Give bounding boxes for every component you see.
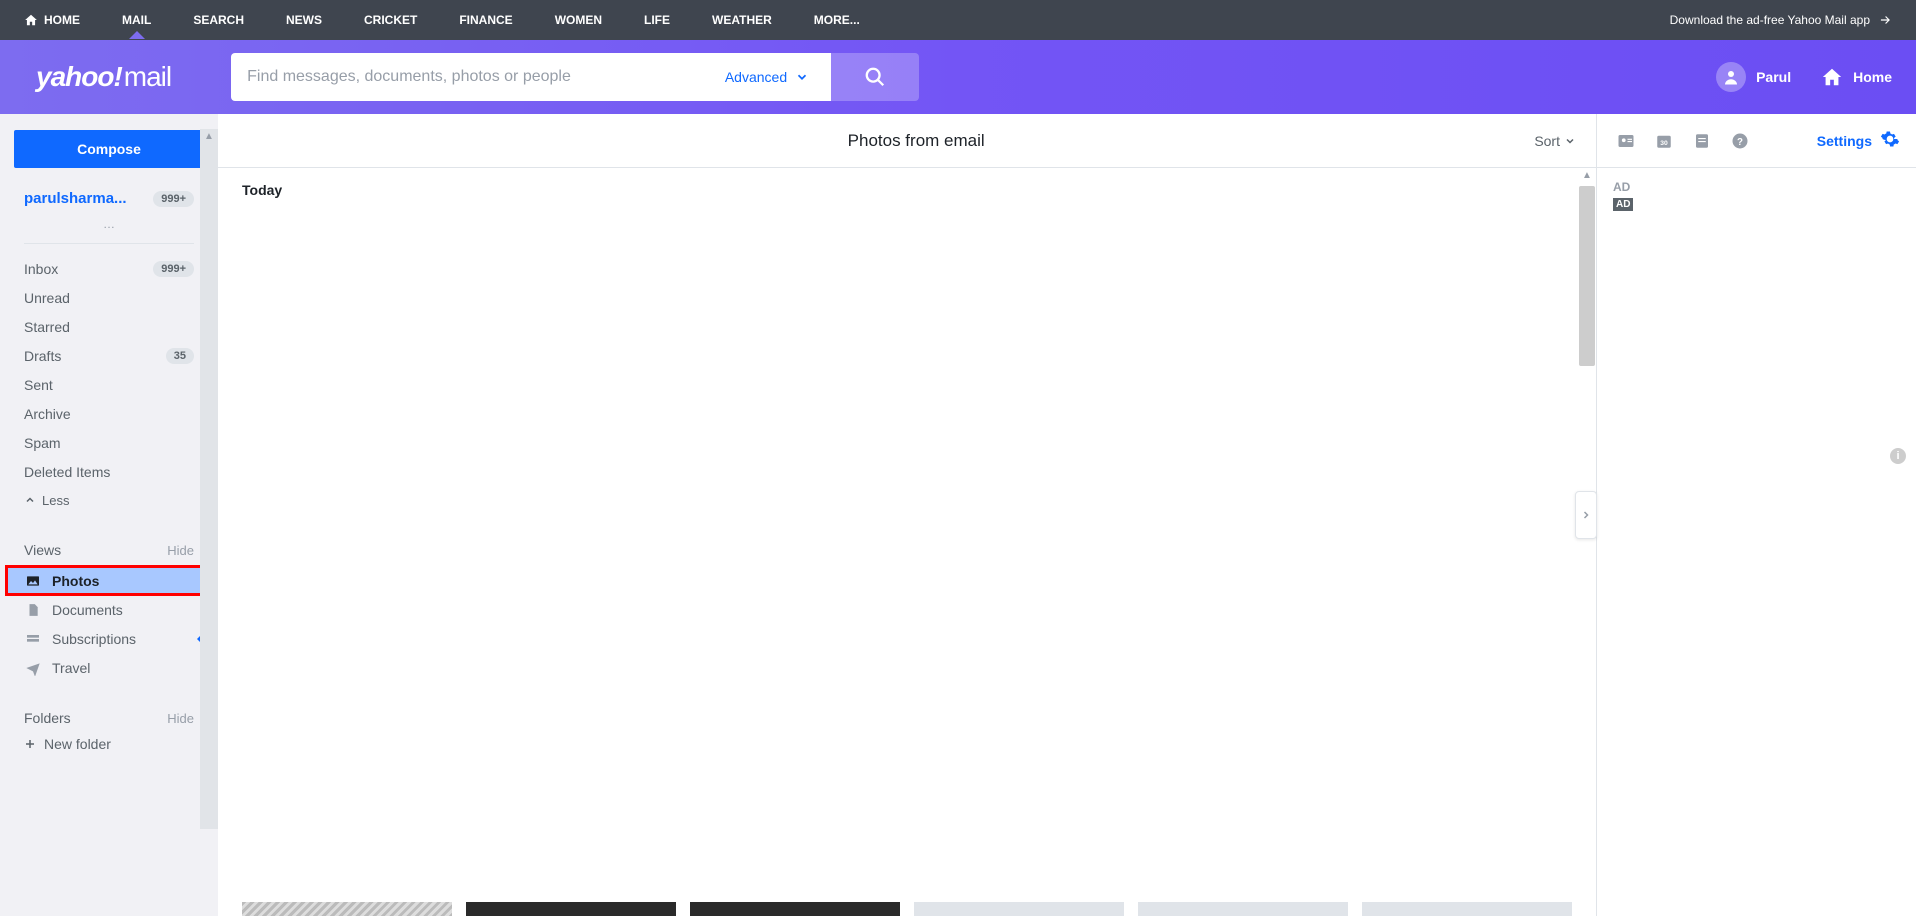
views-hide[interactable]: Hide — [167, 543, 194, 558]
nav-more[interactable]: MORE... — [814, 13, 860, 27]
settings-link[interactable]: Settings — [1817, 133, 1872, 149]
content-scrollbar[interactable]: ▲ — [1578, 168, 1596, 916]
photo-thumb[interactable] — [914, 902, 1124, 916]
expand-handle[interactable] — [1575, 491, 1597, 539]
scroll-thumb[interactable] — [1579, 186, 1595, 366]
view-travel[interactable]: Travel — [0, 653, 218, 682]
photo-thumb[interactable] — [466, 902, 676, 916]
photo-thumb[interactable] — [690, 902, 900, 916]
views-header: Views Hide — [0, 538, 218, 562]
photo-thumb[interactable] — [1362, 902, 1572, 916]
folder-deleted[interactable]: Deleted Items — [24, 457, 194, 486]
scroll-up-icon: ▲ — [204, 131, 214, 142]
chevron-down-icon — [795, 70, 809, 84]
right-rail: 30 ? Settings AD AD i — [1596, 114, 1916, 916]
folders-hide[interactable]: Hide — [167, 711, 194, 726]
photo-thumb[interactable] — [242, 902, 452, 916]
photo-thumb[interactable] — [1138, 902, 1348, 916]
subscriptions-icon — [24, 631, 42, 647]
calendar-icon[interactable]: 30 — [1651, 129, 1677, 153]
content-title: Photos from email — [298, 131, 1534, 151]
account-row[interactable]: parulsharma... 999+ — [0, 190, 218, 217]
ad-label: AD — [1613, 180, 1900, 194]
search-wrap: Advanced — [231, 53, 919, 101]
user-menu[interactable]: Parul — [1716, 62, 1791, 92]
folder-list: Inbox999+ Unread Starred Drafts35 Sent A… — [0, 254, 218, 514]
sort-button[interactable]: Sort — [1534, 133, 1576, 149]
help-icon[interactable]: ? — [1727, 129, 1753, 153]
search-box: Advanced — [231, 53, 831, 101]
chevron-right-icon — [1580, 509, 1592, 521]
main: Photos from email Sort Today ▲ — [218, 114, 1916, 916]
search-input[interactable] — [247, 68, 725, 86]
svg-text:?: ? — [1737, 136, 1743, 147]
gear-icon[interactable] — [1880, 129, 1900, 152]
view-photos[interactable]: Photos — [6, 566, 212, 595]
home-icon — [24, 13, 38, 27]
yahoo-mail-logo[interactable]: yahoo!mail — [36, 61, 171, 93]
views-list: Photos Documents Subscriptions New Trave… — [0, 566, 218, 682]
home-link[interactable]: Home — [1821, 66, 1892, 88]
nav-women[interactable]: WOMEN — [555, 13, 602, 27]
folder-spam[interactable]: Spam — [24, 428, 194, 457]
folder-archive[interactable]: Archive — [24, 399, 194, 428]
person-icon — [1722, 68, 1740, 86]
chevron-down-icon — [1564, 135, 1576, 147]
home-icon — [1821, 66, 1843, 88]
view-subscriptions[interactable]: Subscriptions New — [0, 624, 218, 653]
folder-unread[interactable]: Unread — [24, 283, 194, 312]
nav-mail[interactable]: MAIL — [122, 13, 151, 27]
search-icon — [864, 66, 886, 88]
folder-starred[interactable]: Starred — [24, 312, 194, 341]
document-icon — [24, 602, 42, 618]
app-header: yahoo!mail Advanced Parul Home — [0, 40, 1916, 114]
search-button[interactable] — [831, 53, 919, 101]
account-menu-dots[interactable]: … — [24, 217, 194, 244]
sidebar: Compose parulsharma... 999+ … Inbox999+ … — [0, 114, 218, 916]
nav-news[interactable]: NEWS — [286, 13, 322, 27]
ad-area: AD AD i — [1597, 168, 1916, 916]
svg-text:30: 30 — [1660, 139, 1668, 146]
contacts-icon[interactable] — [1613, 129, 1639, 153]
travel-icon — [24, 660, 42, 676]
nav-search[interactable]: SEARCH — [193, 13, 244, 27]
plus-icon — [24, 738, 36, 750]
content: Photos from email Sort Today ▲ — [218, 114, 1596, 916]
ad-badge: AD — [1613, 198, 1633, 211]
scroll-up-icon: ▲ — [1582, 170, 1592, 181]
header-right: Parul Home — [1716, 62, 1892, 92]
today-heading: Today — [242, 182, 1572, 198]
advanced-search-link[interactable]: Advanced — [725, 69, 809, 85]
photo-thumbnails — [242, 902, 1572, 916]
new-folder-button[interactable]: New folder — [0, 730, 218, 758]
chevron-up-icon — [24, 494, 36, 506]
folder-inbox[interactable]: Inbox999+ — [24, 254, 194, 283]
compose-button[interactable]: Compose — [14, 130, 204, 168]
global-nav: HOME MAIL SEARCH NEWS CRICKET FINANCE WO… — [0, 0, 1916, 40]
nav-weather[interactable]: WEATHER — [712, 13, 772, 27]
sidebar-scrollbar[interactable]: ▲ — [200, 129, 218, 829]
less-toggle[interactable]: Less — [24, 486, 194, 514]
account-name: parulsharma... — [24, 190, 153, 207]
folder-drafts[interactable]: Drafts35 — [24, 341, 194, 370]
content-header: Photos from email Sort — [218, 114, 1596, 168]
notepad-icon[interactable] — [1689, 129, 1715, 153]
nav-finance[interactable]: FINANCE — [459, 13, 512, 27]
avatar — [1716, 62, 1746, 92]
rail-tools: 30 ? Settings — [1597, 114, 1916, 168]
arrow-right-icon — [1878, 13, 1892, 27]
download-app-link[interactable]: Download the ad-free Yahoo Mail app — [1670, 13, 1892, 27]
content-body: Today ▲ — [218, 168, 1596, 916]
folders-header: Folders Hide — [0, 706, 218, 730]
body: Compose parulsharma... 999+ … Inbox999+ … — [0, 114, 1916, 916]
nav-home[interactable]: HOME — [24, 13, 80, 27]
photo-icon — [24, 573, 42, 589]
ad-info-icon[interactable]: i — [1890, 448, 1906, 464]
view-documents[interactable]: Documents — [0, 595, 218, 624]
nav-cricket[interactable]: CRICKET — [364, 13, 417, 27]
nav-life[interactable]: LIFE — [644, 13, 670, 27]
folder-sent[interactable]: Sent — [24, 370, 194, 399]
account-badge: 999+ — [153, 191, 194, 207]
